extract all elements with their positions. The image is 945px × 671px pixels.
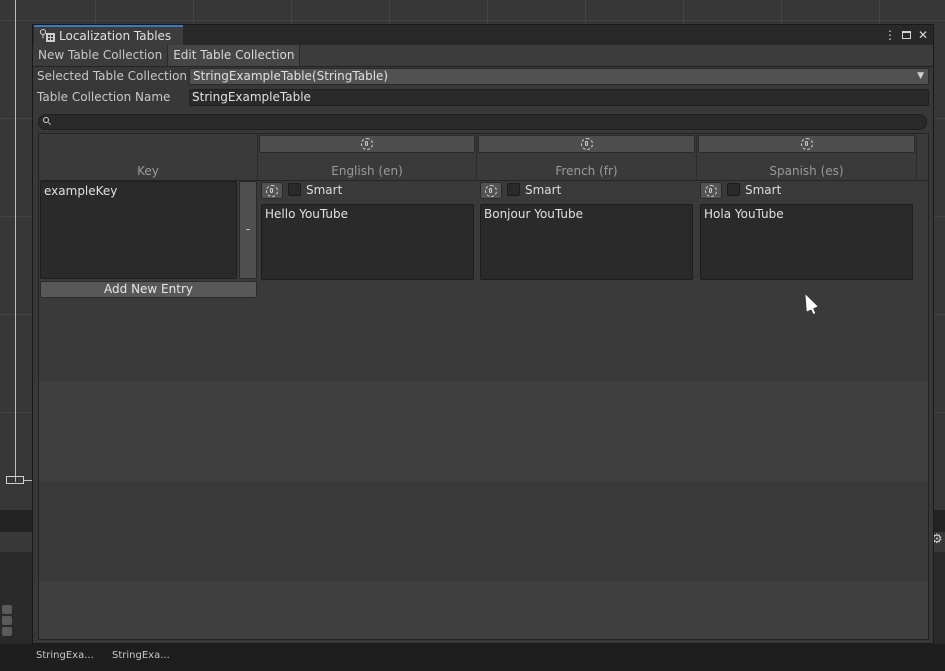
window-title: Localization Tables — [59, 29, 172, 43]
key-column-header: Key — [39, 134, 258, 180]
entry-cell: Smart Hello YouTube — [260, 181, 474, 281]
table-band — [39, 581, 928, 639]
maximize-icon[interactable] — [902, 31, 911, 39]
window-controls: ⋮ ✕ — [884, 26, 929, 44]
search-icon — [43, 117, 49, 123]
locale-settings-button[interactable] — [478, 135, 695, 153]
table-band — [39, 381, 928, 481]
smart-checkbox[interactable] — [727, 183, 740, 196]
asset-label[interactable]: StringExa... — [112, 650, 170, 661]
collection-name-label: Table Collection Name — [37, 90, 171, 104]
locale-header-label: English (en) — [331, 164, 403, 178]
selected-collection-row: Selected Table Collection StringExampleT… — [37, 67, 929, 85]
locale-column-header: Spanish (es) — [697, 134, 917, 180]
entry-cell: Smart Bonjour YouTube — [479, 181, 693, 281]
smart-label: Smart — [525, 183, 562, 197]
locale-gear-icon — [361, 138, 373, 150]
search-bar[interactable] — [38, 114, 927, 130]
asset-label[interactable]: StringExa... — [36, 650, 94, 661]
scene-handle-icon[interactable] — [6, 476, 24, 484]
remove-entry-button[interactable]: - — [239, 181, 257, 279]
chevron-down-icon: ▼ — [917, 70, 924, 81]
selected-collection-label: Selected Table Collection — [37, 69, 188, 83]
localization-tables-window: ⚲ Localization Tables ⋮ ✕ New Table Coll… — [32, 24, 934, 644]
more-options-icon[interactable]: ⋮ — [884, 28, 896, 42]
locale-column-header: French (fr) — [477, 134, 697, 180]
locale-settings-button[interactable] — [698, 135, 915, 153]
search-input[interactable] — [55, 115, 915, 129]
localization-tables-icon: ⚲ — [39, 28, 57, 44]
smart-checkbox[interactable] — [507, 183, 520, 196]
entry-value-field[interactable]: Hello YouTube — [261, 204, 474, 280]
window-titlebar: ⚲ Localization Tables ⋮ ✕ — [33, 25, 933, 45]
locale-column-header: English (en) — [258, 134, 477, 180]
scene-gizmo-line — [15, 0, 16, 482]
tab-new-table-collection[interactable]: New Table Collection — [33, 45, 167, 66]
add-new-entry-button[interactable]: Add New Entry — [40, 281, 257, 298]
entry-value-field[interactable]: Hola YouTube — [700, 204, 913, 280]
locale-gear-icon — [800, 138, 813, 150]
tab-edit-table-collection[interactable]: Edit Table Collection — [167, 45, 301, 66]
window-tab[interactable]: ⚲ Localization Tables — [34, 25, 183, 45]
entry-key-field[interactable]: exampleKey — [40, 181, 237, 279]
close-icon[interactable]: ✕ — [917, 28, 929, 42]
smart-checkbox[interactable] — [288, 183, 301, 196]
locale-gear-icon — [705, 185, 717, 197]
cell-settings-button[interactable] — [480, 182, 502, 199]
locale-gear-icon — [266, 185, 278, 197]
collection-toolbar: New Table Collection Edit Table Collecti… — [33, 45, 933, 67]
entry-value-field[interactable]: Bonjour YouTube — [480, 204, 693, 280]
smart-label: Smart — [745, 183, 782, 197]
locale-gear-icon — [580, 138, 593, 150]
project-panel-side-icon[interactable] — [0, 603, 16, 639]
locale-gear-icon — [485, 185, 497, 197]
selected-collection-dropdown[interactable]: StringExampleTable(StringTable) ▼ — [189, 67, 929, 85]
key-header-label: Key — [137, 164, 159, 178]
entry-cell: Smart Hola YouTube — [699, 181, 913, 281]
selected-collection-value: StringExampleTable(StringTable) — [193, 68, 389, 83]
smart-label: Smart — [306, 183, 343, 197]
locale-settings-button[interactable] — [259, 135, 475, 153]
collection-name-field[interactable]: StringExampleTable — [189, 88, 929, 106]
locale-header-label: Spanish (es) — [769, 164, 844, 178]
collection-name-row: Table Collection Name StringExampleTable — [37, 88, 929, 106]
locale-header-label: French (fr) — [555, 164, 618, 178]
entries-table: Key English (en) French (fr) Spanish (es… — [38, 133, 929, 640]
cell-settings-button[interactable] — [700, 182, 722, 199]
cell-settings-button[interactable] — [261, 182, 283, 199]
table-header: Key English (en) French (fr) Spanish (es… — [39, 134, 928, 181]
